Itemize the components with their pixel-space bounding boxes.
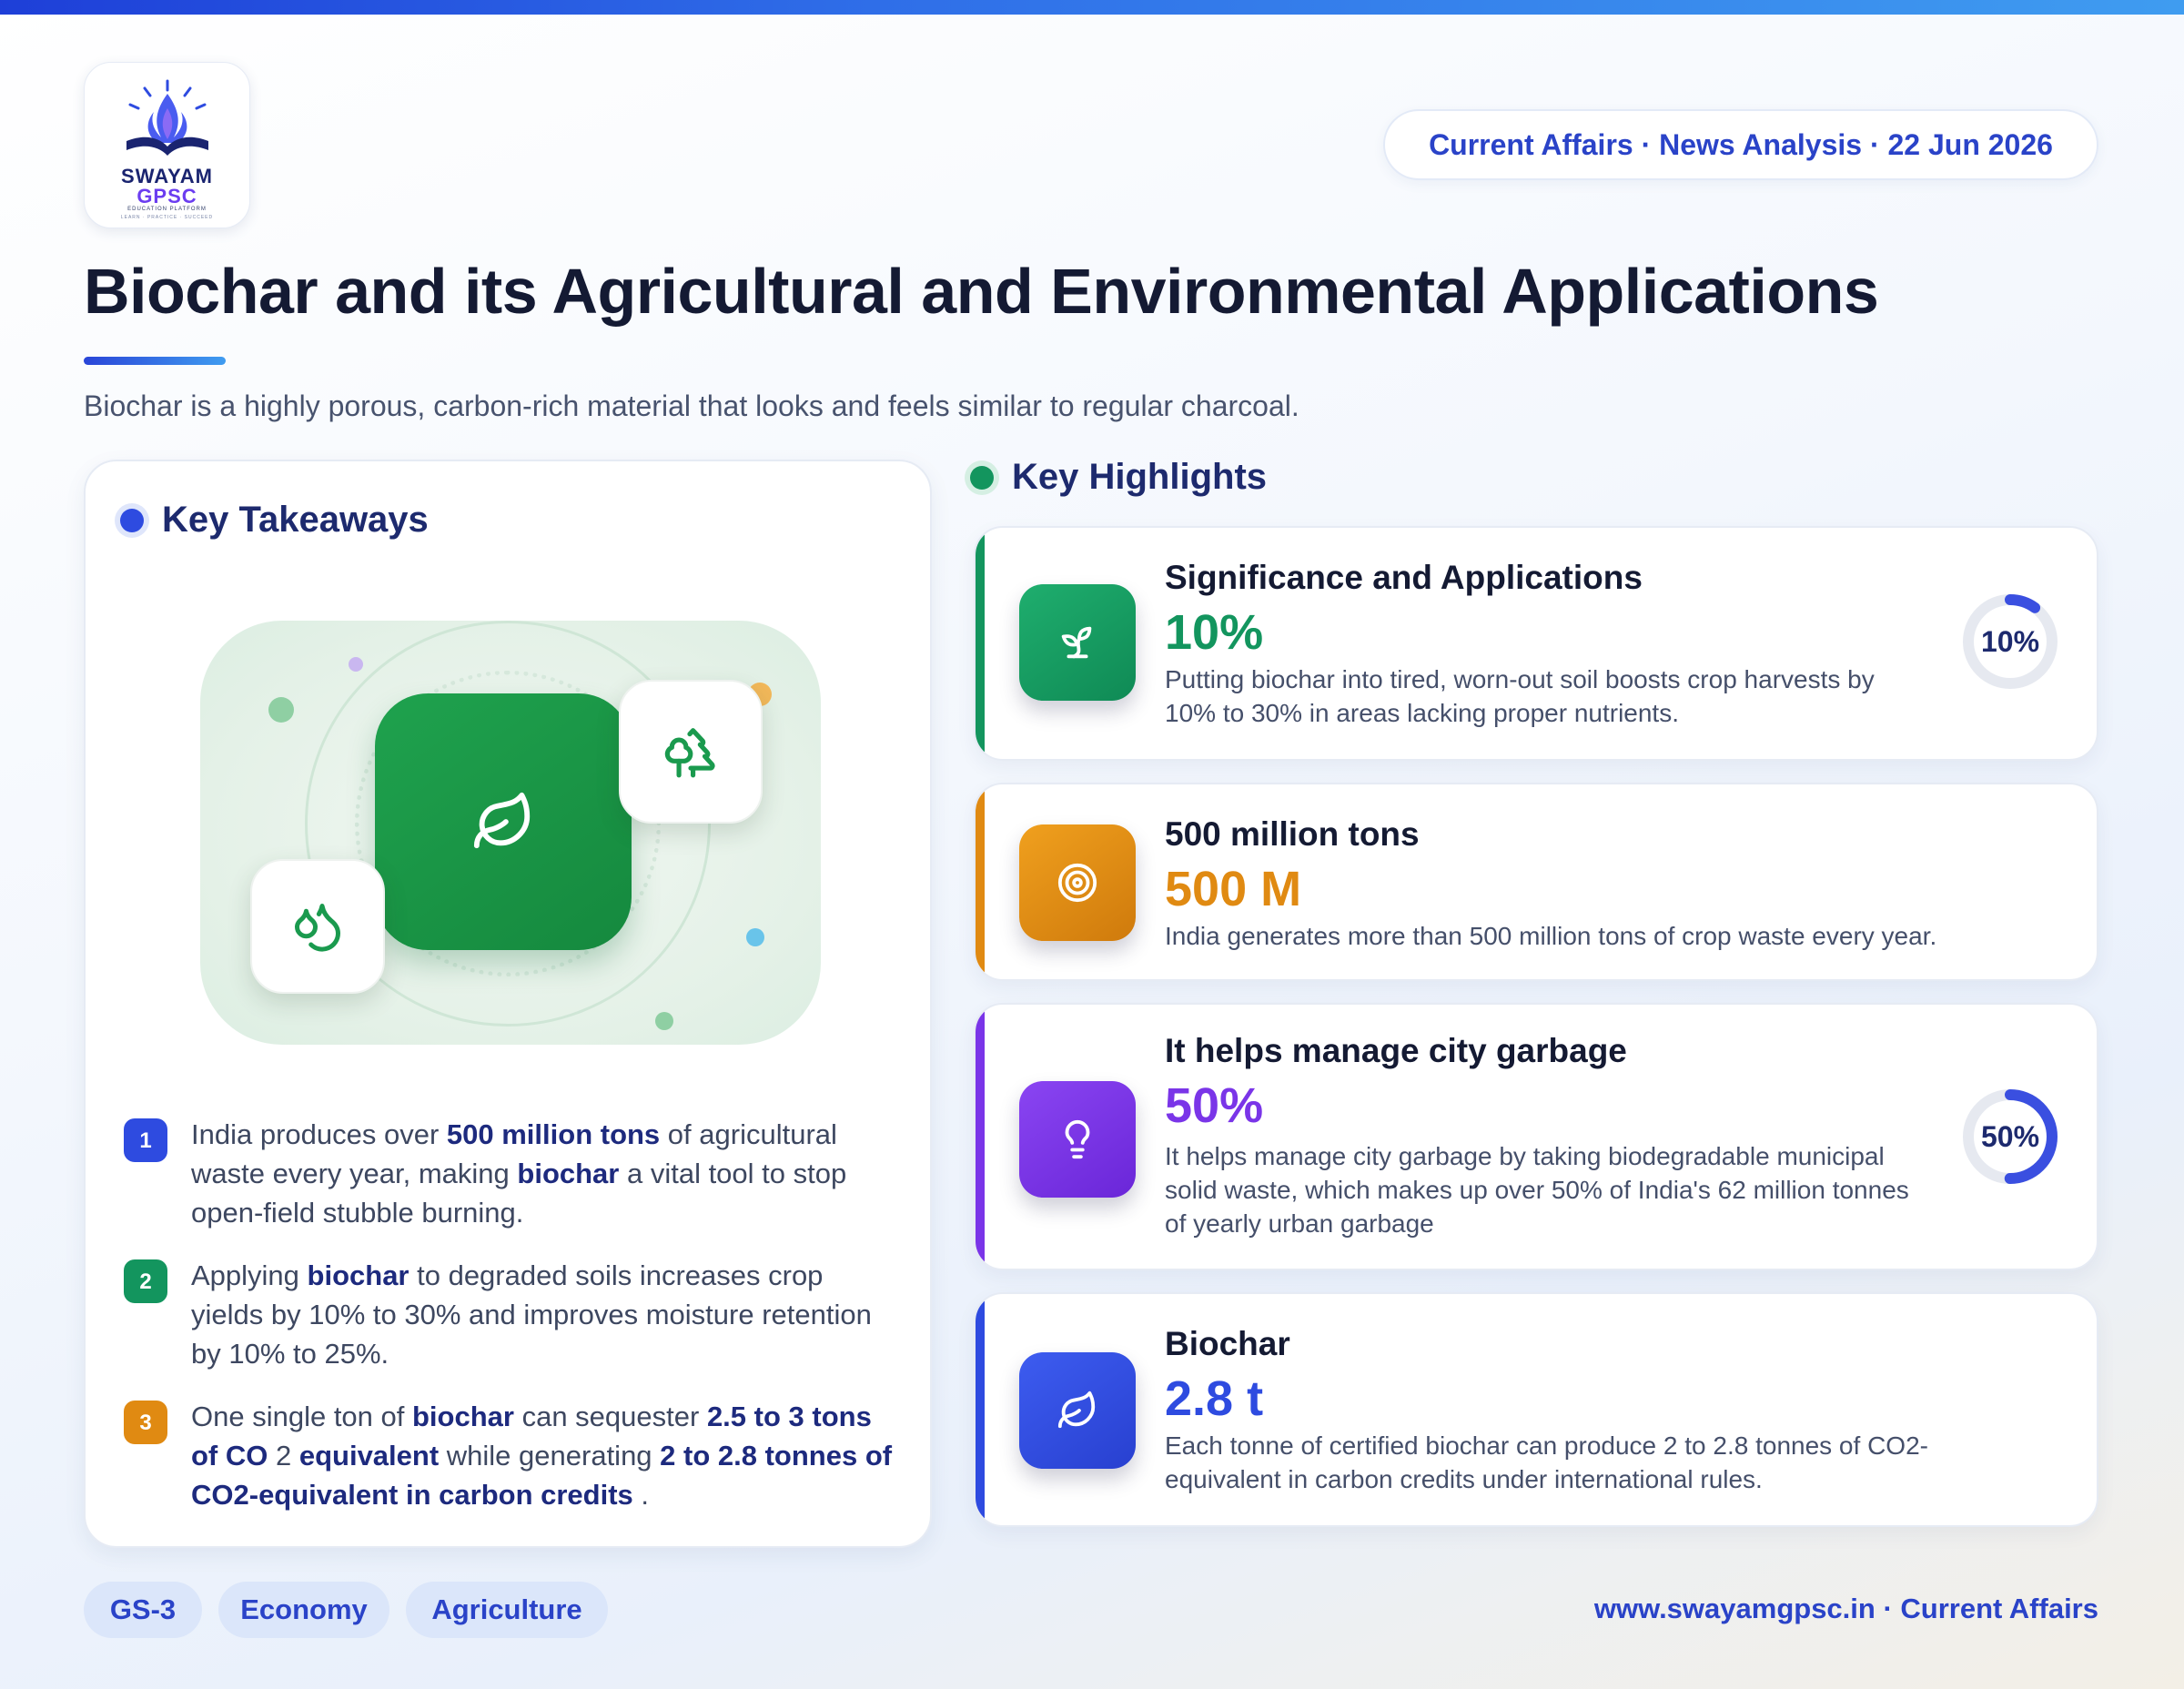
trees-tile xyxy=(619,680,763,824)
leaf-tile xyxy=(1019,1352,1136,1469)
takeaway-text: 2 xyxy=(268,1440,299,1472)
decor-dot xyxy=(746,928,764,946)
highlight-value: 50% xyxy=(1165,1078,1264,1133)
number-badge: 3 xyxy=(124,1401,167,1444)
highlight-card-biochar: Biochar 2.8 t Each tonne of certified bi… xyxy=(974,1292,2098,1527)
date-category-pill: Current Affairs · News Analysis · 22 Jun… xyxy=(1383,109,2098,180)
number-badge: 2 xyxy=(124,1259,167,1303)
takeaway-text: can sequester xyxy=(513,1401,707,1432)
card-accent xyxy=(976,528,985,759)
top-accent-bar xyxy=(0,0,2184,15)
logo-text-gpsc: GPSC xyxy=(136,185,197,207)
takeaway-emphasis: 500 million tons xyxy=(446,1118,661,1150)
takeaway-text: while generating xyxy=(439,1440,661,1472)
lightbulb-icon xyxy=(1065,1120,1090,1159)
droplets-icon xyxy=(295,904,341,952)
highlight-value: 500 M xyxy=(1165,862,1302,916)
key-takeaways-label: Key Takeaways xyxy=(162,500,429,540)
target-icon xyxy=(1057,863,1097,903)
highlight-description: Putting biochar into tired, worn-out soi… xyxy=(1165,665,1875,727)
key-highlights-label: Key Highlights xyxy=(1012,457,1268,497)
droplets-tile xyxy=(250,859,385,994)
tag-gs3[interactable]: GS-3 xyxy=(84,1582,202,1638)
target-tile xyxy=(1019,824,1136,941)
highlight-description: It helps manage city garbage by taking b… xyxy=(1165,1142,1909,1238)
bullet-dot-icon xyxy=(120,508,144,532)
highlight-value: 2.8 t xyxy=(1165,1371,1264,1426)
highlight-card-significance: Significance and Applications 10% Puttin… xyxy=(974,526,2098,761)
takeaway-emphasis: biochar xyxy=(517,1158,620,1189)
gauge-label: 10% xyxy=(1980,624,2040,658)
decor-dot xyxy=(655,1012,673,1030)
card-accent xyxy=(976,1005,985,1269)
trees-icon xyxy=(664,728,715,778)
gauge-label: 50% xyxy=(1980,1119,2040,1153)
highlight-card-city-garbage: It helps manage city garbage 50% It help… xyxy=(974,1003,2098,1270)
decor-dot xyxy=(268,697,294,723)
list-item: 2 Applying biochar to degraded soils inc… xyxy=(124,1256,897,1373)
takeaway-text: One single ton of xyxy=(191,1401,412,1432)
tag-agriculture[interactable]: Agriculture xyxy=(406,1582,608,1638)
title-underline xyxy=(84,357,226,365)
takeaway-emphasis: biochar xyxy=(307,1259,410,1291)
number-badge: 1 xyxy=(124,1118,167,1162)
takeaway-text: India produces over xyxy=(191,1118,447,1150)
lightbulb-tile xyxy=(1019,1081,1136,1198)
bullet-dot-icon xyxy=(970,465,994,490)
takeaway-text: Applying xyxy=(191,1259,308,1291)
highlight-card-crop-waste: 500 million tons 500 M India generates m… xyxy=(974,783,2098,981)
progress-gauge: 10% xyxy=(1960,592,2060,692)
leaf-icon xyxy=(473,792,531,849)
logo-motto: LEARN · PRACTICE · SUCCEED xyxy=(120,215,214,220)
list-item: 1 India produces over 500 million tons o… xyxy=(124,1115,897,1232)
card-accent xyxy=(976,1294,985,1525)
leaf-icon xyxy=(1057,1391,1096,1429)
footer-website-link[interactable]: www.swayamgpsc.in · Current Affairs xyxy=(1594,1593,2098,1625)
highlight-title: It helps manage city garbage xyxy=(1165,1032,1627,1069)
highlight-title: Biochar xyxy=(1165,1325,1290,1362)
sprout-tile xyxy=(1019,584,1136,701)
progress-gauge: 50% xyxy=(1960,1087,2060,1187)
logo-mark-icon xyxy=(126,79,208,156)
swayam-gpsc-logo[interactable]: SWAYAM GPSC EDUCATION PLATFORM LEARN · P… xyxy=(84,62,250,228)
key-takeaways-card: Key Takeaways 1 India produces over 500 … xyxy=(84,460,932,1548)
takeaway-emphasis: equivalent xyxy=(298,1440,440,1472)
takeaways-list: 1 India produces over 500 million tons o… xyxy=(124,1115,897,1538)
page-title: Biochar and its Agricultural and Environ… xyxy=(84,256,1879,327)
list-item: 3 One single ton of biochar can sequeste… xyxy=(124,1397,897,1514)
highlight-description: Each tonne of certified biochar can prod… xyxy=(1165,1431,1928,1493)
highlight-title: Significance and Applications xyxy=(1165,559,1643,596)
sprout-icon xyxy=(1061,626,1092,659)
page-subtitle: Biochar is a highly porous, carbon-rich … xyxy=(84,389,1299,422)
biochar-illustration xyxy=(200,621,821,1045)
card-accent xyxy=(976,784,985,979)
logo-tagline: EDUCATION PLATFORM xyxy=(127,207,207,212)
highlight-title: 500 million tons xyxy=(1165,815,1420,853)
takeaway-text: . xyxy=(632,1479,650,1511)
takeaway-emphasis: biochar xyxy=(412,1401,514,1432)
tag-economy[interactable]: Economy xyxy=(218,1582,389,1638)
highlight-value: 10% xyxy=(1165,605,1264,660)
key-highlights-heading: Key Highlights xyxy=(970,457,1267,498)
decor-dot xyxy=(349,657,363,672)
key-takeaways-heading: Key Takeaways xyxy=(120,500,429,541)
highlight-description: India generates more than 500 million to… xyxy=(1165,922,1937,950)
leaf-tile xyxy=(375,693,632,950)
